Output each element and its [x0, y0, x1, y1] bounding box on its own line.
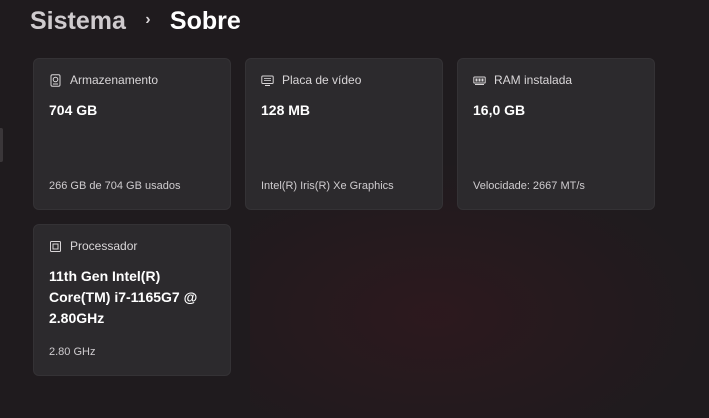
storage-card[interactable]: Armazenamento 704 GB 266 GB de 704 GB us…: [33, 58, 231, 210]
ram-value: 16,0 GB: [473, 102, 526, 118]
storage-title: Armazenamento: [70, 73, 159, 87]
breadcrumb-sistema-link[interactable]: Sistema: [30, 7, 126, 36]
gpu-name-detail: Intel(R) Iris(R) Xe Graphics: [261, 180, 394, 192]
gpu-memory-value: 128 MB: [261, 102, 311, 118]
breadcrumb: Sistema › Sobre: [30, 4, 241, 38]
processor-card[interactable]: Processador 11th Gen Intel(R) Core(TM) i…: [33, 224, 231, 376]
chevron-right-icon: ›: [145, 11, 151, 28]
storage-value: 704 GB: [49, 102, 98, 118]
processor-card-header: Processador: [49, 239, 137, 253]
navigation-edge-indicator: [0, 128, 3, 162]
storage-card-header: Armazenamento: [49, 73, 158, 87]
processor-speed-detail: 2.80 GHz: [49, 346, 96, 358]
gpu-title: Placa de vídeo: [282, 73, 362, 87]
processor-value-line: 11th Gen Intel(R): [49, 268, 161, 284]
ram-card[interactable]: RAM instalada 16,0 GB Velocidade: 2667 M…: [457, 58, 655, 210]
page-title: Sobre: [169, 6, 241, 35]
gpu-card[interactable]: Placa de vídeo 128 MB Intel(R) Iris(R) X…: [245, 58, 443, 210]
storage-usage-detail: 266 GB de 704 GB usados: [49, 180, 181, 192]
monitor-icon: [261, 75, 274, 86]
processor-value-line: 2.80GHz: [49, 310, 105, 326]
processor-icon: [50, 240, 61, 252]
gpu-card-header: Placa de vídeo: [261, 73, 361, 87]
processor-value-line: Core(TM) i7-1165G7 @: [49, 289, 198, 305]
ram-title: RAM instalada: [494, 73, 573, 87]
storage-icon: [50, 73, 61, 87]
processor-value: 11th Gen Intel(R) Core(TM) i7-1165G7 @ 2…: [49, 266, 234, 329]
processor-title: Processador: [70, 239, 138, 253]
ram-icon: [473, 76, 486, 85]
ram-card-header: RAM instalada: [473, 73, 572, 87]
ram-speed-detail: Velocidade: 2667 MT/s: [473, 180, 585, 192]
